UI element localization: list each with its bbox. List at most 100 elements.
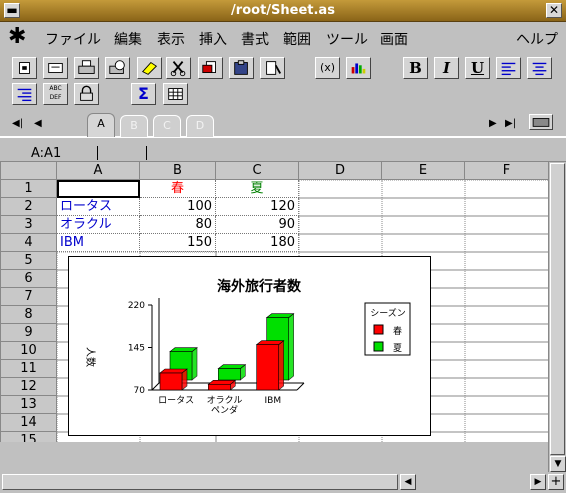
horizontal-scrollbar[interactable]: ◀ ▶ +	[0, 472, 566, 493]
bar-top	[255, 340, 285, 345]
toolbar-bottom: ABC DEF Σ	[0, 83, 566, 109]
empty-cell[interactable]	[464, 413, 548, 433]
x-tick-label: ロータス	[158, 395, 194, 406]
tab-sheet-c[interactable]: C	[153, 115, 181, 137]
tab-sheet-d[interactable]: D	[186, 115, 214, 137]
new-file-icon[interactable]	[12, 57, 37, 79]
paste-icon[interactable]	[229, 57, 254, 79]
align-right-icon[interactable]	[12, 83, 37, 105]
eraser-icon[interactable]	[137, 57, 162, 79]
add-icon[interactable]: +	[548, 474, 564, 490]
menu-window[interactable]: 画面	[380, 29, 408, 49]
bar-side	[278, 340, 284, 391]
divider	[146, 146, 147, 160]
close-button[interactable]: ✕	[546, 3, 562, 18]
bar[interactable]	[159, 372, 183, 391]
empty-cell[interactable]	[298, 197, 383, 217]
toolbar-top: (x) B I U	[0, 57, 566, 83]
tab-sheet-b[interactable]: B	[120, 115, 148, 137]
empty-cell[interactable]	[464, 179, 548, 199]
bar[interactable]	[208, 384, 231, 391]
empty-cell[interactable]	[381, 233, 466, 253]
empty-cell[interactable]	[464, 197, 548, 217]
empty-cell[interactable]	[464, 269, 548, 289]
last-sheet-icon[interactable]: ▶|	[505, 118, 516, 129]
print-preview-icon[interactable]	[105, 57, 130, 79]
empty-cell[interactable]	[381, 179, 466, 199]
empty-cell[interactable]	[464, 395, 548, 415]
scroll-right-icon[interactable]: ▶	[530, 474, 546, 490]
window-title: /root/Sheet.as	[231, 3, 335, 18]
empty-cell[interactable]	[464, 323, 548, 343]
empty-cell[interactable]	[464, 341, 548, 361]
scroll-left-icon[interactable]: ◀	[400, 474, 416, 490]
underline-button[interactable]: U	[465, 57, 490, 79]
bar-top	[207, 380, 237, 385]
empty-cell[interactable]	[464, 251, 548, 271]
lock-icon[interactable]	[74, 83, 99, 105]
legend-title: シーズン	[370, 307, 406, 319]
chart-title: 海外旅行者数	[217, 278, 302, 295]
empty-cell[interactable]	[464, 287, 548, 307]
y-tick-label: 70	[134, 386, 146, 396]
function-icon[interactable]: (x)	[315, 57, 340, 79]
copy-icon[interactable]	[198, 57, 223, 79]
empty-cell[interactable]	[464, 233, 548, 253]
open-file-icon[interactable]	[43, 57, 68, 79]
table-icon[interactable]	[163, 83, 188, 105]
bar-side	[191, 347, 198, 381]
cell-reference[interactable]: A:A1	[31, 146, 61, 161]
empty-cell[interactable]	[464, 305, 548, 325]
cut-icon[interactable]	[166, 57, 191, 79]
menu-tools[interactable]: ツール	[326, 29, 368, 49]
menu-view[interactable]: 表示	[157, 29, 185, 49]
embedded-chart[interactable]: 海外旅行者数 人数 220 145 70 ロータス オラクル ペンダ IBM シーズン 春 …	[68, 256, 431, 436]
menu-range[interactable]: 範囲	[283, 29, 311, 49]
bar-top	[159, 368, 188, 374]
italic-button[interactable]: I	[434, 57, 459, 79]
bar-top	[265, 313, 295, 318]
bar-side	[288, 313, 294, 381]
menu-insert[interactable]: 挿入	[199, 29, 227, 49]
empty-cell[interactable]	[298, 215, 383, 235]
menu-help[interactable]: ヘルプ	[516, 29, 558, 49]
y-tick-label: 145	[128, 344, 145, 354]
chart-icon[interactable]	[346, 57, 371, 79]
sum-button[interactable]: Σ	[131, 83, 156, 105]
empty-cell[interactable]	[298, 179, 383, 199]
align-left-icon[interactable]	[496, 57, 521, 79]
legend-swatch-summer	[373, 341, 384, 352]
menu-edit[interactable]: 編集	[114, 29, 142, 49]
bar-top	[169, 347, 198, 352]
sheet-folder-icon[interactable]	[529, 114, 553, 130]
title-bar: ▬ /root/Sheet.as ✕	[0, 0, 566, 22]
empty-cell[interactable]	[464, 377, 548, 397]
bar[interactable]	[218, 368, 241, 381]
empty-cell[interactable]	[464, 359, 548, 379]
sheet-tab-bar: ◀| ◀ A B C D ▶ ▶|	[0, 112, 566, 138]
align-center-icon[interactable]	[527, 57, 552, 79]
bold-button[interactable]: B	[403, 57, 428, 79]
legend-label-spring: 春	[393, 325, 402, 337]
app-logo[interactable]: ✱	[8, 24, 26, 49]
y-axis-label: 人数	[84, 347, 97, 367]
prev-sheet-icon[interactable]: ◀	[34, 118, 42, 129]
menu-format[interactable]: 書式	[241, 29, 269, 49]
spellcheck-icon[interactable]: ABC DEF	[43, 83, 68, 105]
first-sheet-icon[interactable]: ◀|	[12, 118, 23, 129]
empty-cell[interactable]	[464, 215, 548, 235]
empty-cell[interactable]	[464, 431, 548, 442]
vertical-scroll-thumb[interactable]	[550, 163, 565, 455]
empty-cell[interactable]	[381, 197, 466, 217]
bar[interactable]	[256, 344, 279, 391]
menu-file[interactable]: ファイル	[45, 29, 101, 49]
next-sheet-icon[interactable]: ▶	[489, 118, 497, 129]
empty-cell[interactable]	[381, 215, 466, 235]
scroll-down-icon[interactable]: ▼	[550, 456, 566, 472]
tab-sheet-a[interactable]: A	[87, 113, 115, 137]
empty-cell[interactable]	[298, 233, 383, 253]
format-copy-icon[interactable]	[260, 57, 285, 79]
horizontal-scroll-thumb[interactable]	[2, 474, 398, 490]
vertical-scrollbar[interactable]: ▼	[548, 162, 566, 472]
print-icon[interactable]	[74, 57, 99, 79]
